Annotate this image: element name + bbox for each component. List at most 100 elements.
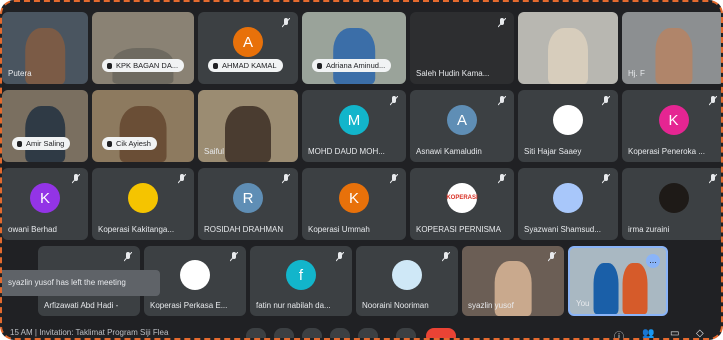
participant-video bbox=[548, 27, 588, 84]
participant-name: Saiful bbox=[204, 147, 225, 156]
mic-off-icon bbox=[390, 96, 398, 106]
participant-name: Nooraini Nooriman bbox=[362, 301, 429, 310]
chat-icon[interactable]: ▭ bbox=[670, 328, 682, 338]
mic-off-icon bbox=[282, 18, 290, 28]
cooperative-logo-icon bbox=[128, 183, 158, 214]
participant-name: KOPERASI PERNISMA bbox=[416, 225, 501, 234]
mic-off-icon bbox=[230, 252, 238, 262]
participant-video bbox=[333, 27, 375, 84]
participant-tile[interactable]: Adriana Aminud... bbox=[302, 12, 406, 84]
participant-tile[interactable]: syazlin yusof bbox=[462, 246, 564, 316]
avatar: K bbox=[30, 183, 60, 214]
control-bar: 15 AM | Invitation: Taklimat Program Sij… bbox=[2, 324, 721, 338]
participant-name: Saleh Hudin Kama... bbox=[416, 69, 490, 78]
mic-off-icon bbox=[498, 18, 506, 28]
participant-name: AHMAD KAMAL bbox=[208, 59, 283, 72]
participant-tile[interactable]: Saiful bbox=[198, 90, 298, 162]
participant-tile[interactable]: KPK BAGAN DA... bbox=[92, 12, 194, 84]
participant-name: Hj. F bbox=[628, 69, 645, 78]
mic-off-icon bbox=[602, 174, 610, 184]
participant-name: MOHD DAUD MOH... bbox=[308, 147, 385, 156]
participant-video bbox=[119, 105, 167, 162]
participant-tile[interactable]: K Koperasi Peneroka ... bbox=[622, 90, 721, 162]
leave-call-button[interactable] bbox=[426, 328, 456, 338]
activities-icon[interactable]: ◇ bbox=[696, 328, 708, 338]
profile-photo-icon bbox=[392, 260, 422, 291]
participant-name: Koperasi Ummah bbox=[308, 225, 370, 234]
left-meeting-toast: syazlin yusof has left the meeting bbox=[2, 270, 160, 296]
profile-photo-icon bbox=[658, 183, 689, 214]
participant-tile[interactable]: K owani Berhad bbox=[2, 168, 88, 240]
info-icon[interactable]: ⓘ bbox=[614, 328, 626, 338]
participant-tile[interactable]: Cik Ayiesh bbox=[92, 90, 194, 162]
mic-off-icon bbox=[548, 252, 556, 262]
participant-tile[interactable]: A AHMAD KAMAL bbox=[198, 12, 298, 84]
participant-name: ROSIDAH DRAHMAN bbox=[204, 225, 284, 234]
avatar: M bbox=[339, 105, 369, 136]
mic-off-icon bbox=[178, 174, 186, 184]
participant-name: Putera bbox=[8, 69, 32, 78]
more-options-button[interactable]: ... bbox=[646, 254, 660, 268]
participant-name: Syazwani Shamsud... bbox=[524, 225, 601, 234]
participant-tile[interactable]: Hj. F bbox=[622, 12, 721, 84]
mic-button[interactable] bbox=[246, 328, 266, 338]
raise-hand-button[interactable] bbox=[330, 328, 350, 338]
avatar: A bbox=[447, 105, 477, 136]
meeting-window: Putera KPK BAGAN DA... A AHMAD KAMAL Adr… bbox=[0, 0, 723, 340]
participant-tile[interactable]: M MOHD DAUD MOH... bbox=[302, 90, 406, 162]
participant-name: irma zuraini bbox=[628, 225, 670, 234]
participant-tile[interactable]: Nooraini Nooriman bbox=[356, 246, 458, 316]
participant-tile[interactable]: K Koperasi Ummah bbox=[302, 168, 406, 240]
participant-video bbox=[25, 105, 65, 162]
people-icon[interactable]: 👥 bbox=[642, 328, 654, 338]
mic-off-icon bbox=[709, 174, 717, 184]
participant-name: Amir Saling bbox=[12, 137, 71, 150]
avatar: K bbox=[658, 105, 689, 136]
avatar: K bbox=[339, 183, 369, 214]
present-button[interactable] bbox=[358, 328, 378, 338]
camera-button[interactable] bbox=[274, 328, 294, 338]
mic-off-icon bbox=[442, 252, 450, 262]
participant-tile[interactable]: A Asnawi Kamaludin bbox=[410, 90, 514, 162]
participant-tile[interactable]: Saleh Hudin Kama... bbox=[410, 12, 514, 84]
mic-off-icon bbox=[709, 96, 717, 106]
participant-tile[interactable]: Putera bbox=[2, 12, 88, 84]
participant-name: Cik Ayiesh bbox=[102, 137, 157, 150]
mic-off-icon bbox=[282, 174, 290, 184]
avatar: R bbox=[233, 183, 263, 214]
cooperative-logo-icon bbox=[180, 260, 210, 291]
profile-photo-icon bbox=[553, 183, 583, 214]
mic-off-icon bbox=[390, 174, 398, 184]
participant-name: Asnawi Kamaludin bbox=[416, 147, 482, 156]
participant-tile[interactable]: Amir Saling bbox=[2, 90, 88, 162]
self-name: You bbox=[576, 299, 590, 308]
participant-tile[interactable]: irma zuraini bbox=[622, 168, 721, 240]
participant-tile[interactable]: KOPERASI KOPERASI PERNISMA bbox=[410, 168, 514, 240]
participant-name: fatin nur nabilah da... bbox=[256, 301, 331, 310]
participant-tile[interactable]: f fatin nur nabilah da... bbox=[250, 246, 352, 316]
participant-name: Koperasi Peneroka ... bbox=[628, 147, 705, 156]
participant-tile[interactable] bbox=[518, 12, 618, 84]
mic-off-icon bbox=[498, 96, 506, 106]
participant-tile[interactable]: Koperasi Kakitanga... bbox=[92, 168, 194, 240]
more-button[interactable] bbox=[396, 328, 416, 338]
mic-off-icon bbox=[124, 252, 132, 262]
participant-name: syazlin yusof bbox=[468, 301, 514, 310]
meeting-info: 15 AM | Invitation: Taklimat Program Sij… bbox=[10, 328, 169, 337]
avatar: f bbox=[286, 260, 316, 291]
participant-tile[interactable]: R ROSIDAH DRAHMAN bbox=[198, 168, 298, 240]
mic-off-icon bbox=[72, 174, 80, 184]
cooperative-logo-icon: KOPERASI bbox=[446, 183, 478, 214]
car-avatar-icon bbox=[553, 105, 583, 136]
captions-button[interactable] bbox=[302, 328, 322, 338]
avatar: A bbox=[233, 27, 263, 58]
participant-name: Siti Hajar Saaey bbox=[524, 147, 582, 156]
participant-tile[interactable]: Syazwani Shamsud... bbox=[518, 168, 618, 240]
self-view-tile[interactable]: ... You bbox=[568, 246, 668, 316]
mic-off-icon bbox=[602, 96, 610, 106]
participant-name: owani Berhad bbox=[8, 225, 57, 234]
participant-name: Koperasi Kakitanga... bbox=[98, 225, 175, 234]
participant-name: Adriana Aminud... bbox=[312, 59, 392, 72]
participant-tile[interactable]: Siti Hajar Saaey bbox=[518, 90, 618, 162]
participant-name: Koperasi Perkasa E... bbox=[150, 301, 228, 310]
